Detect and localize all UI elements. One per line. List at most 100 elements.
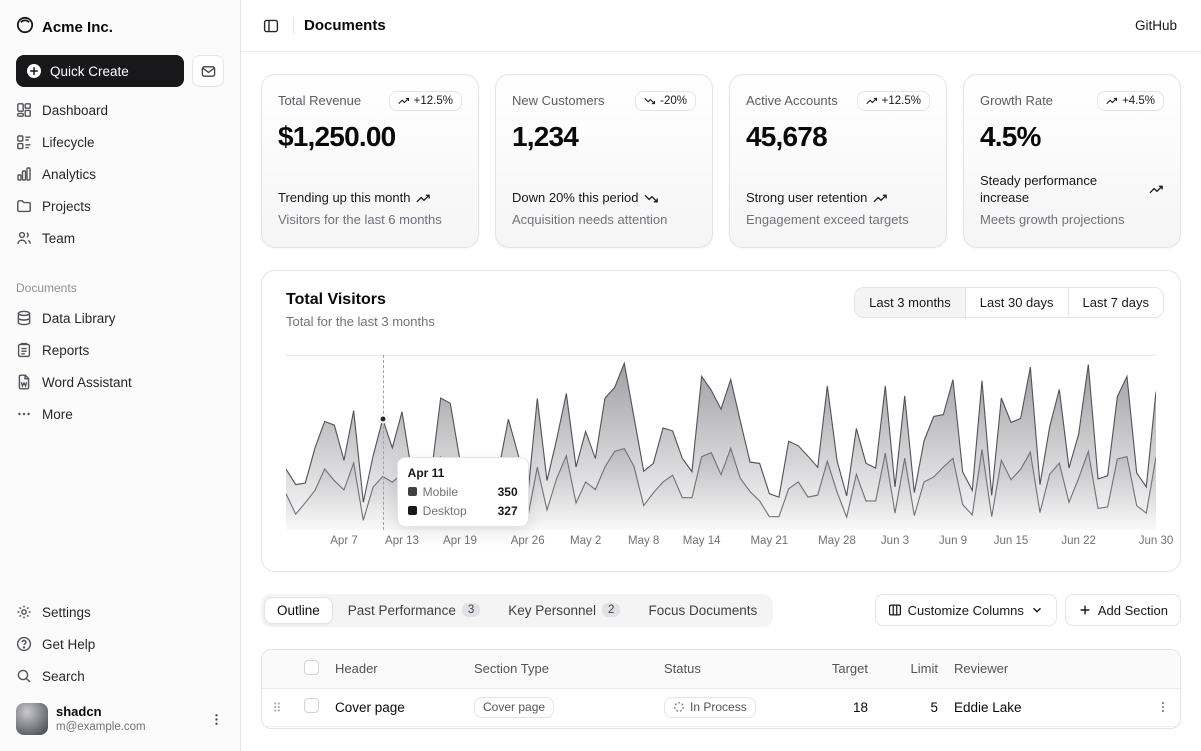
sidebar-item-data-library[interactable]: Data Library — [8, 303, 232, 333]
sidebar-item-lifecycle[interactable]: Lifecycle — [8, 127, 232, 157]
tab-focus-documents[interactable]: Focus Documents — [635, 597, 770, 624]
sidebar-item-label: Projects — [42, 199, 91, 214]
sidebar-nav-footer: Settings Get Help Search — [8, 593, 232, 695]
sidebar-item-analytics[interactable]: Analytics — [8, 159, 232, 189]
column-header: Status — [656, 650, 806, 689]
in-process-icon — [673, 701, 685, 713]
sidebar-item-settings[interactable]: Settings — [8, 597, 232, 627]
handle-column-header — [262, 650, 296, 689]
sidebar-item-label: Lifecycle — [42, 135, 95, 150]
sidebar-nav-documents: Data Library Reports Word Assistant More — [8, 299, 232, 433]
sidebar-item-projects[interactable]: Projects — [8, 191, 232, 221]
gear-icon — [16, 604, 32, 620]
sidebar-toggle-button[interactable] — [259, 14, 283, 38]
reviewer-cell[interactable]: Eddie Lake — [946, 688, 1136, 726]
sidebar-spacer — [8, 433, 232, 593]
target-cell[interactable]: 29 — [806, 726, 876, 729]
x-tick-label: Apr 19 — [443, 535, 477, 547]
trending-up-icon — [398, 95, 410, 107]
row-header-cell[interactable]: Table of contents — [327, 726, 466, 729]
page-title: Documents — [304, 17, 386, 34]
stat-card-growth-rate: Growth Rate +4.5% 4.5% Steady performanc… — [963, 74, 1181, 248]
tabs-list: Outline Past Performance 3 Key Personnel… — [261, 594, 773, 627]
acme-logo-icon — [16, 16, 34, 39]
range-last-30-days[interactable]: Last 30 days — [965, 288, 1068, 317]
brand[interactable]: Acme Inc. — [8, 8, 232, 47]
trend-badge: +12.5% — [389, 91, 462, 111]
visitors-chart: Apr 7Apr 13Apr 19Apr 26May 2May 8May 14M… — [286, 355, 1156, 557]
topbar-divider — [293, 18, 294, 34]
sidebar-item-reports[interactable]: Reports — [8, 335, 232, 365]
trending-up-icon — [1149, 182, 1164, 197]
drag-handle[interactable] — [270, 700, 288, 714]
stat-footer: Trending up this month Visitors for the … — [278, 170, 462, 229]
x-tick-label: May 21 — [750, 535, 788, 547]
inbox-button[interactable] — [192, 55, 224, 87]
table-row: Cover page Cover page In Process 18 5 Ed… — [262, 688, 1180, 726]
row-checkbox[interactable] — [304, 698, 319, 713]
add-section-button[interactable]: Add Section — [1065, 594, 1181, 626]
column-header: Section Type — [466, 650, 656, 689]
range-last-7-days[interactable]: Last 7 days — [1068, 288, 1164, 317]
search-icon — [16, 668, 32, 684]
sidebar-item-label: More — [42, 407, 73, 422]
limit-cell[interactable]: 24 — [876, 726, 946, 729]
select-all-header — [296, 650, 327, 689]
chart-tooltip: Apr 11 Mobile 350 Desktop 327 — [397, 457, 529, 527]
sidebar-item-label: Reports — [42, 343, 89, 358]
file-icon — [16, 374, 32, 390]
dots-vertical-icon — [209, 712, 224, 727]
target-cell[interactable]: 18 — [806, 688, 876, 726]
sidebar-item-team[interactable]: Team — [8, 223, 232, 253]
customize-columns-button[interactable]: Customize Columns — [875, 594, 1057, 626]
trending-down-icon — [644, 95, 656, 107]
user-row[interactable]: shadcn m@example.com — [8, 695, 232, 743]
active-point-dot — [378, 414, 387, 423]
x-tick-label: Apr 26 — [511, 535, 545, 547]
x-tick-label: May 14 — [683, 535, 721, 547]
x-tick-label: Jun 22 — [1061, 535, 1096, 547]
row-header-cell[interactable]: Cover page — [327, 688, 466, 726]
sidebar-item-label: Dashboard — [42, 103, 108, 118]
user-meta: shadcn m@example.com — [56, 704, 146, 735]
stat-footer: Strong user retention Engagement exceed … — [746, 170, 930, 229]
x-tick-label: Jun 30 — [1139, 535, 1174, 547]
tab-past-performance[interactable]: Past Performance 3 — [335, 597, 493, 624]
quick-create-row: Quick Create — [8, 47, 232, 91]
sidebar: Acme Inc. Quick Create Dashboard — [0, 0, 241, 751]
sidebar-item-word-assistant[interactable]: Word Assistant — [8, 367, 232, 397]
dots-vertical-icon — [1156, 700, 1170, 714]
tab-outline[interactable]: Outline — [264, 597, 333, 624]
select-all-checkbox[interactable] — [304, 660, 319, 675]
table-row: Table of contents Table of contents Done… — [262, 726, 1180, 729]
sidebar-item-more[interactable]: More — [8, 399, 232, 429]
sidebar-item-label: Word Assistant — [42, 375, 132, 390]
tooltip-row-mobile: Mobile 350 — [408, 485, 518, 499]
user-menu-button[interactable] — [209, 712, 224, 727]
trend-badge: +12.5% — [857, 91, 930, 111]
topbar: Documents GitHub — [241, 0, 1201, 52]
stat-title: Active Accounts — [746, 91, 838, 108]
section-type-badge: Cover page — [474, 697, 554, 718]
table-actions: Customize Columns Add Section — [875, 594, 1181, 626]
stat-value: 45,678 — [746, 121, 930, 153]
content: Total Revenue +12.5% $1,250.00 Trending … — [241, 52, 1201, 751]
status-badge: In Process — [664, 697, 756, 718]
help-icon — [16, 636, 32, 652]
sidebar-item-dashboard[interactable]: Dashboard — [8, 95, 232, 125]
github-link[interactable]: GitHub — [1135, 18, 1177, 33]
stat-card-total-revenue: Total Revenue +12.5% $1,250.00 Trending … — [261, 74, 479, 248]
stat-value: $1,250.00 — [278, 121, 462, 153]
limit-cell[interactable]: 5 — [876, 688, 946, 726]
sidebar-item-search[interactable]: Search — [8, 661, 232, 691]
user-name: shadcn — [56, 704, 146, 720]
sidebar-item-get-help[interactable]: Get Help — [8, 629, 232, 659]
columns-icon — [888, 603, 902, 617]
quick-create-button[interactable]: Quick Create — [16, 55, 184, 87]
reviewer-cell[interactable]: Eddie Lake — [946, 726, 1136, 729]
tab-key-personnel[interactable]: Key Personnel 2 — [495, 597, 633, 624]
circle-plus-icon — [26, 63, 42, 79]
range-last-3-months[interactable]: Last 3 months — [855, 288, 965, 317]
tab-count-badge: 3 — [462, 603, 480, 617]
row-menu-button[interactable] — [1154, 698, 1172, 716]
